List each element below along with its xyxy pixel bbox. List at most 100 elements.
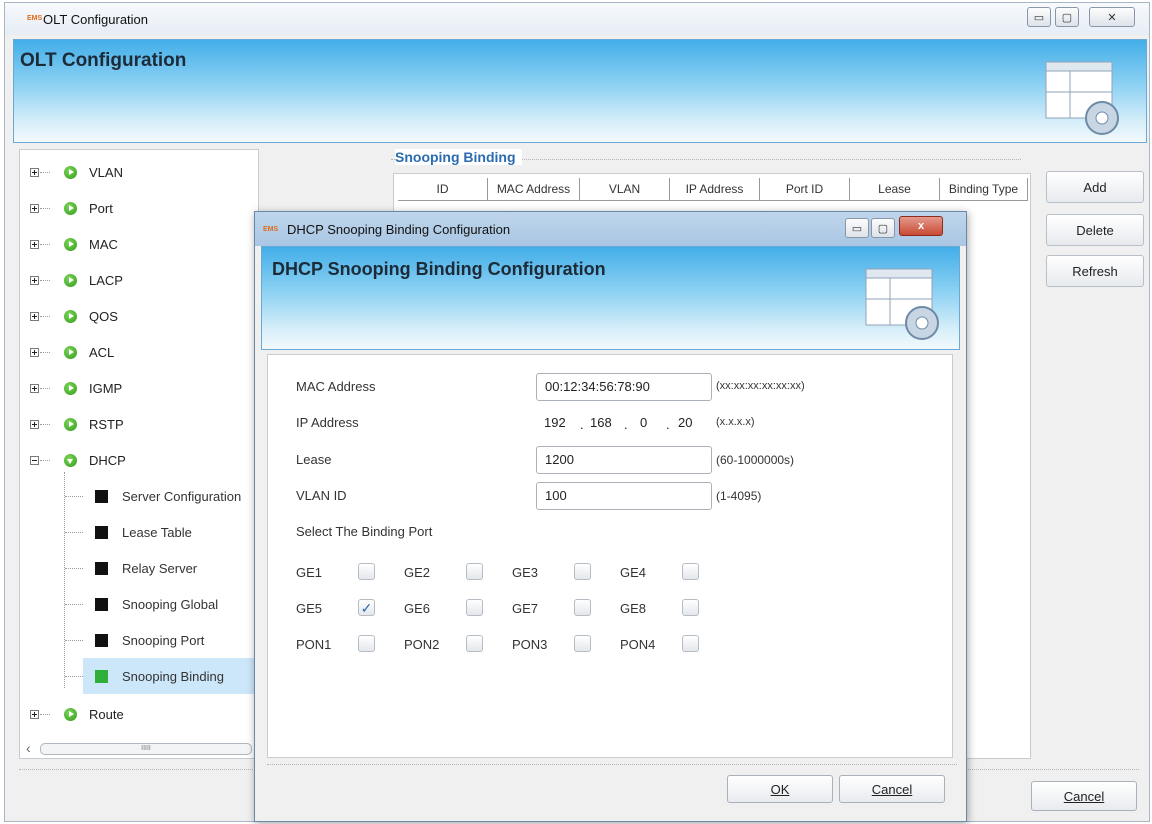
leaf-square-icon [95, 525, 108, 539]
tree-child-label: Snooping Binding [122, 668, 224, 684]
port-pon4-checkbox[interactable] [682, 635, 699, 652]
main-banner: OLT Configuration [13, 39, 1147, 143]
leaf-square-icon [95, 633, 108, 647]
port-label: PON4 [620, 637, 656, 652]
navigation-tree: VLAN Port MAC LACP QOS ACL IGMP RSTP DHC… [19, 149, 261, 759]
expand-icon[interactable] [30, 419, 39, 429]
tree-item-route[interactable]: Route [20, 696, 124, 732]
tree-item-port[interactable]: Port [20, 190, 113, 226]
vlan-id-input[interactable]: 100 [536, 482, 712, 510]
port-ge5-checkbox[interactable]: ✓ [358, 599, 375, 616]
expand-icon[interactable] [30, 347, 39, 357]
ip-octet-4[interactable]: 20 [678, 415, 692, 430]
play-icon [64, 309, 77, 323]
port-pon3-checkbox[interactable] [574, 635, 591, 652]
tree-content: VLAN Port MAC LACP QOS ACL IGMP RSTP DHC… [20, 150, 261, 740]
dialog-cancel-button[interactable]: Cancel [839, 775, 945, 803]
vlan-id-hint: (1-4095) [716, 489, 762, 503]
main-cancel-button[interactable]: Cancel [1031, 781, 1137, 811]
port-ge3-checkbox[interactable] [574, 563, 591, 580]
tree-item-igmp[interactable]: IGMP [20, 370, 122, 406]
tree-item-label: IGMP [89, 380, 123, 396]
collapse-icon[interactable] [30, 455, 39, 465]
column-header-mac[interactable]: MAC Address [488, 178, 580, 200]
tree-child-label: Snooping Global [122, 596, 219, 612]
port-ge6-checkbox[interactable] [466, 599, 483, 616]
tree-child-snooping-port[interactable]: Snooping Port [64, 622, 204, 658]
port-ge4-checkbox[interactable] [682, 563, 699, 580]
tree-item-acl[interactable]: ACL [20, 334, 114, 370]
port-ge7-checkbox[interactable] [574, 599, 591, 616]
port-label: PON1 [296, 637, 332, 652]
close-button[interactable]: ✕ [1089, 7, 1135, 27]
tree-child-snooping-global[interactable]: Snooping Global [64, 586, 218, 622]
play-icon [64, 707, 77, 721]
maximize-button[interactable]: ▢ [1055, 7, 1079, 27]
tree-item-qos[interactable]: QOS [20, 298, 118, 334]
main-titlebar: EMS OLT Configuration ▭ ▢ ✕ [5, 3, 1149, 35]
tree-child-server-configuration[interactable]: Server Configuration [64, 478, 241, 514]
expand-icon[interactable] [30, 203, 39, 213]
column-header-id[interactable]: ID [398, 178, 488, 200]
tree-item-lacp[interactable]: LACP [20, 262, 123, 298]
dialog-close-button[interactable]: x [899, 216, 943, 236]
port-pon1-checkbox[interactable] [358, 635, 375, 652]
expand-icon[interactable] [30, 239, 39, 249]
mac-address-hint: (xx:xx:xx:xx:xx:xx) [716, 380, 805, 392]
port-ge2-checkbox[interactable] [466, 563, 483, 580]
port-ge8-checkbox[interactable] [682, 599, 699, 616]
scroll-left-arrow-icon[interactable]: ‹ [26, 740, 31, 756]
checkmark-icon: ✓ [360, 599, 373, 616]
ip-address-label: IP Address [296, 415, 359, 430]
delete-button[interactable]: Delete [1046, 214, 1144, 246]
column-header-lease[interactable]: Lease [850, 178, 940, 200]
tree-child-relay-server[interactable]: Relay Server [64, 550, 197, 586]
tree-item-label: VLAN [89, 164, 123, 180]
leaf-square-icon [95, 561, 108, 575]
play-icon [64, 417, 77, 431]
expand-icon[interactable] [30, 709, 39, 719]
column-header-port-id[interactable]: Port ID [760, 178, 850, 200]
ip-octet-2[interactable]: 168 [590, 415, 612, 430]
tree-item-label: MAC [89, 236, 118, 252]
ok-button[interactable]: OK [727, 775, 833, 803]
lease-input[interactable]: 1200 [536, 446, 712, 474]
ip-octet-1[interactable]: 192 [544, 415, 566, 430]
port-checkbox-grid: GE1 GE2 GE3 GE4 GE5 ✓ GE6 GE7 GE8 PON1 P… [296, 561, 756, 671]
add-button[interactable]: Add [1046, 171, 1144, 203]
play-icon [64, 201, 77, 215]
expand-icon[interactable] [30, 311, 39, 321]
tree-item-label: DHCP [89, 452, 126, 468]
port-label: PON3 [512, 637, 548, 652]
play-icon [64, 237, 77, 251]
port-label: GE8 [620, 601, 647, 616]
dialog-minimize-button[interactable]: ▭ [845, 218, 869, 238]
port-ge1-checkbox[interactable] [358, 563, 375, 580]
tree-item-dhcp[interactable]: DHCP [20, 442, 126, 478]
expand-icon[interactable] [30, 275, 39, 285]
minimize-button[interactable]: ▭ [1027, 7, 1051, 27]
ip-octet-3[interactable]: 0 [640, 415, 647, 430]
tree-child-lease-table[interactable]: Lease Table [64, 514, 192, 550]
expand-icon[interactable] [30, 383, 39, 393]
dialog-titlebar: EMS DHCP Snooping Binding Configuration … [255, 212, 966, 246]
dialog-maximize-button[interactable]: ▢ [871, 218, 895, 238]
port-label: GE6 [404, 601, 431, 616]
mac-address-input[interactable]: 00:12:34:56:78:90 [536, 373, 712, 401]
refresh-button[interactable]: Refresh [1046, 255, 1144, 287]
dialog-banner-title: DHCP Snooping Binding Configuration [272, 259, 606, 279]
app-logo-icon: EMS [27, 15, 43, 22]
column-header-ip[interactable]: IP Address [670, 178, 760, 200]
scroll-thumb[interactable]: IIIII [40, 743, 252, 755]
column-header-vlan[interactable]: VLAN [580, 178, 670, 200]
tree-horizontal-scrollbar[interactable]: ‹ IIIII [22, 740, 256, 756]
port-pon2-checkbox[interactable] [466, 635, 483, 652]
tree-item-mac[interactable]: MAC [20, 226, 118, 262]
tree-item-rstp[interactable]: RSTP [20, 406, 124, 442]
tree-child-snooping-binding[interactable]: Snooping Binding [83, 658, 261, 694]
column-header-binding-type[interactable]: Binding Type [940, 178, 1028, 200]
dialog-footer-divider [267, 764, 957, 765]
expand-icon[interactable] [30, 167, 39, 177]
window-title: OLT Configuration [43, 12, 149, 27]
tree-item-vlan[interactable]: VLAN [20, 154, 123, 190]
